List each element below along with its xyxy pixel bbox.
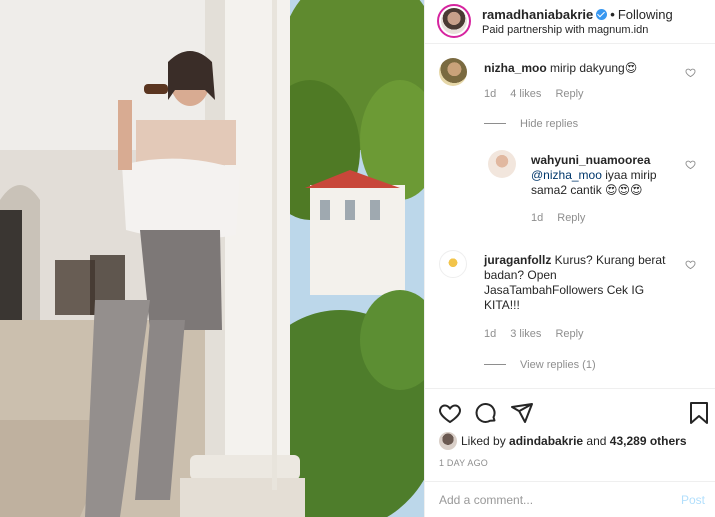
comment-reply-button[interactable]: Reply [555,88,583,100]
liked-by-line: Liked by adindabakrie and 43,289 others [439,432,687,450]
comment-username[interactable]: juraganfollz [484,253,551,267]
others-count[interactable]: 43,289 others [610,434,687,448]
post-image [0,0,424,517]
replies-divider [484,123,506,124]
comment-avatar[interactable] [439,58,467,86]
view-replies-toggle[interactable]: View replies (1) [484,359,596,371]
liked-by-and: and [586,434,607,448]
comment-reply-button[interactable]: Reply [555,328,583,340]
share-icon[interactable] [510,401,534,425]
comment-like-heart-icon[interactable] [685,67,696,78]
liked-by-prefix: Liked by [461,434,506,448]
post-date[interactable]: 1 DAY AGO [439,458,488,468]
comment-time[interactable]: 1d [484,88,496,100]
comment-icon[interactable] [474,401,498,425]
comment-body: juraganfollz Kurus? Kurang berat badan? … [484,253,679,313]
comment-like-heart-icon[interactable] [685,259,696,270]
reply-avatar[interactable] [488,150,516,178]
following-button[interactable]: Following [618,7,673,22]
liked-by-user[interactable]: adindabakrie [509,434,583,448]
comment-time[interactable]: 1d [484,328,496,340]
author-username[interactable]: ramadhaniabakrie [482,7,593,22]
bookmark-icon[interactable] [688,401,710,425]
comment-text: mirip dakyung😍 [550,61,638,75]
post-actions: Liked by adindabakrie and 43,289 others … [425,388,715,481]
comment-likes[interactable]: 3 likes [510,328,541,340]
heart-icon[interactable] [438,401,462,425]
comment-username[interactable]: nizha_moo [484,61,547,75]
reply-time[interactable]: 1d [531,212,543,224]
comment-avatar[interactable] [439,250,467,278]
author-avatar[interactable] [437,4,471,38]
comment-meta: 1d 4 likes Reply [484,88,598,100]
add-comment-bar: Post [425,481,715,517]
replies-divider [484,364,506,365]
reply-username[interactable]: wahyuni_nuamoorea [531,153,650,167]
reply-like-heart-icon[interactable] [685,159,696,170]
author-line: ramadhaniabakrie • Following [482,7,673,22]
view-replies-label[interactable]: View replies (1) [520,359,596,371]
verified-badge-icon [596,9,608,20]
hide-replies-label[interactable]: Hide replies [520,118,578,130]
separator-dot: • [610,7,615,22]
post-header: ramadhaniabakrie • Following Paid partners… [425,0,715,44]
liked-by-avatar[interactable] [439,432,457,450]
comment-body: nizha_moo mirip dakyung😍 [484,61,684,76]
hide-replies-toggle[interactable]: Hide replies [484,118,578,130]
post-button[interactable]: Post [681,493,705,507]
add-comment-input[interactable] [439,490,669,510]
post-photo[interactable] [0,0,424,517]
paid-partnership-label[interactable]: Paid partnership with magnum.idn [482,24,648,36]
reply-body: wahyuni_nuamoorea @nizha_moo iyaa mirip … [531,153,681,198]
comment-meta: 1d 3 likes Reply [484,328,598,340]
comment-likes[interactable]: 4 likes [510,88,541,100]
reply-reply-button[interactable]: Reply [557,212,585,224]
reply-mention[interactable]: @nizha_moo [531,168,602,182]
reply-meta: 1d Reply [531,212,599,224]
post-side-panel: ramadhaniabakrie • Following Paid partners… [424,0,715,517]
